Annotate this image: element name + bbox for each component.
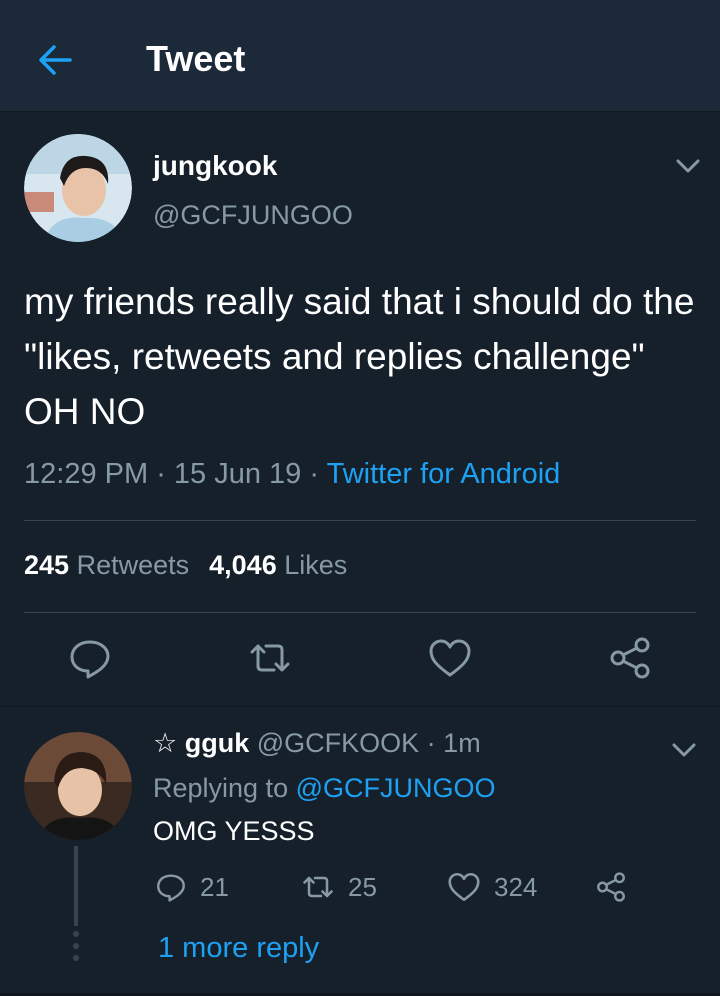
reply-icon[interactable] <box>66 634 114 682</box>
reply-retweet-button[interactable]: 25 <box>300 866 377 908</box>
retweet-icon[interactable] <box>246 634 294 682</box>
replying-prefix: Replying to <box>153 773 289 803</box>
reply-author-name[interactable]: gguk <box>185 728 250 758</box>
page-title: Tweet <box>146 38 246 79</box>
share-icon[interactable] <box>606 634 654 682</box>
replying-to-handle[interactable]: @GCFJUNGOO <box>296 773 496 803</box>
share-icon <box>597 872 625 902</box>
more-replies-link[interactable]: 1 more reply <box>158 932 319 965</box>
likes-label: Likes <box>284 550 348 580</box>
reply-star: ☆ <box>153 728 178 758</box>
tweet-meta: 12:29 PM · 15 Jun 19 · Twitter for Andro… <box>24 458 560 491</box>
author-avatar[interactable] <box>24 134 132 242</box>
retweet-icon <box>303 876 333 898</box>
reply-header: ☆ gguk @GCFKOOK · 1m <box>153 728 481 759</box>
reply-reply-button[interactable]: 21 <box>154 866 229 908</box>
author-handle[interactable]: @GCFJUNGOO <box>153 200 353 231</box>
like-icon[interactable] <box>426 634 474 682</box>
section-divider <box>0 706 720 707</box>
divider <box>24 612 696 613</box>
likes-count: 4,046 <box>209 550 277 580</box>
meta-separator: · <box>309 458 327 490</box>
tweet-time: 12:29 PM <box>24 458 149 490</box>
tweet-stats: 245 Retweets 4,046 Likes <box>24 550 347 581</box>
reply-share-button[interactable] <box>594 866 628 908</box>
meta-separator: · <box>419 728 444 758</box>
reply-like-button[interactable]: 324 <box>446 866 537 908</box>
tweet-text: my friends really said that i should do … <box>24 281 695 432</box>
thread-dots <box>72 930 80 966</box>
tweet-source-link[interactable]: Twitter for Android <box>327 458 561 490</box>
chevron-down-icon[interactable] <box>674 156 702 176</box>
replying-to: Replying to @GCFJUNGOO <box>153 773 496 804</box>
reply-age: 1m <box>443 728 481 758</box>
author-name[interactable]: jungkook <box>153 150 277 182</box>
reply-author-handle[interactable]: @GCFKOOK <box>257 728 419 758</box>
reply-icon <box>157 874 185 902</box>
reply-retweet-count: 25 <box>348 871 377 902</box>
likes-stat[interactable]: 4,046 Likes <box>209 550 347 580</box>
tweet-date: 15 Jun 19 <box>173 458 302 490</box>
retweets-stat[interactable]: 245 Retweets <box>24 550 189 580</box>
reply-count: 21 <box>200 871 229 902</box>
reply-text: OMG YESSS <box>153 816 315 846</box>
like-icon <box>448 872 480 902</box>
thread-line <box>74 846 78 926</box>
chevron-down-icon[interactable] <box>670 740 698 760</box>
retweets-label: Retweets <box>76 550 190 580</box>
retweets-count: 245 <box>24 550 70 580</box>
app-header: Tweet <box>0 0 720 112</box>
divider <box>24 520 696 521</box>
reply-like-count: 324 <box>494 871 538 902</box>
reply-avatar[interactable] <box>24 732 132 840</box>
meta-separator: · <box>156 458 174 490</box>
back-arrow-icon[interactable] <box>32 38 80 82</box>
